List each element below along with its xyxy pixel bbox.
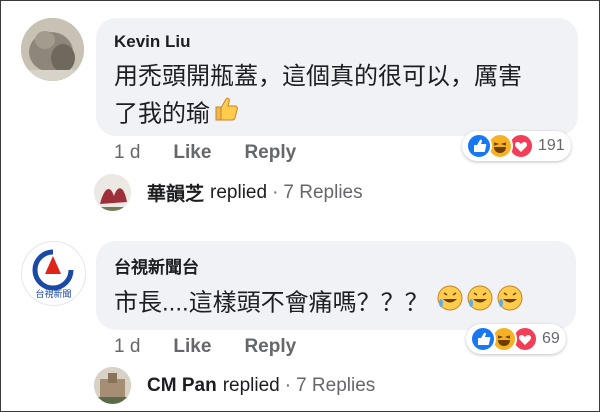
replied-label: replied [210, 181, 268, 203]
comment-actions: 1 d Like Reply [114, 336, 329, 358]
comment-author[interactable]: Kevin Liu [114, 32, 191, 52]
view-replies-link[interactable]: 7 Replies [283, 182, 362, 204]
thumbs-up-emoji-icon [210, 94, 240, 136]
like-reaction-icon [470, 326, 496, 352]
reply-button[interactable]: Reply [244, 336, 296, 358]
comment-timestamp[interactable]: 1 d [114, 142, 140, 164]
avatar-caption: 台視新聞 [35, 289, 72, 299]
reaction-summary[interactable]: 191 [462, 131, 571, 161]
separator-dot: · [284, 374, 292, 396]
avatar-ttv-news[interactable]: 台視新聞 [21, 241, 86, 306]
separator-dot: · [272, 181, 279, 203]
reaction-count: 191 [538, 137, 565, 154]
replies-preview[interactable]: CM Pan replied · 7 Replies [94, 367, 375, 404]
comment-thread: Kevin Liu 用禿頭開瓶蓋，這個真的很可以，厲害 了我的瑜 191 1 d… [0, 0, 600, 412]
like-button[interactable]: Like [173, 142, 211, 164]
comment-bubble: Kevin Liu 用禿頭開瓶蓋，這個真的很可以，厲害 了我的瑜 [96, 18, 578, 136]
comment-text: 市長....這樣頭不會痛嗎？？？ [114, 289, 429, 317]
replies-preview[interactable]: 華韻芝 replied · 7 Replies [94, 174, 363, 211]
replier-name[interactable]: CM Pan [147, 375, 217, 397]
replied-label: replied [222, 374, 280, 396]
reply-button[interactable]: Reply [244, 142, 296, 164]
rofl-emoji-icon [435, 283, 525, 325]
comment-text-line-1: 市長....這樣頭不會痛嗎？？？ [114, 283, 525, 325]
replier-avatar [94, 367, 131, 404]
replier-avatar [94, 174, 131, 211]
comment-text-line-2-text: 了我的瑜 [114, 100, 210, 128]
comment-actions: 1 d Like Reply [114, 142, 329, 164]
sculpture-avatar-image [21, 18, 84, 81]
comment-text-line-2: 了我的瑜 [114, 94, 240, 136]
reaction-summary[interactable]: 69 [466, 324, 566, 354]
like-reaction-icon [466, 133, 492, 159]
comment-timestamp[interactable]: 1 d [114, 336, 140, 358]
reaction-count: 69 [542, 330, 560, 347]
comment-author[interactable]: 台視新聞台 [114, 253, 199, 278]
replier-name[interactable]: 華韻芝 [147, 179, 204, 206]
avatar-kevin-liu[interactable] [21, 18, 84, 81]
view-replies-link[interactable]: 7 Replies [296, 375, 375, 397]
comment-bubble: 台視新聞台 市長....這樣頭不會痛嗎？？？ [96, 241, 576, 330]
comment-text-line-1: 用禿頭開瓶蓋，這個真的很可以，厲害 [114, 63, 522, 90]
like-button[interactable]: Like [173, 336, 211, 358]
